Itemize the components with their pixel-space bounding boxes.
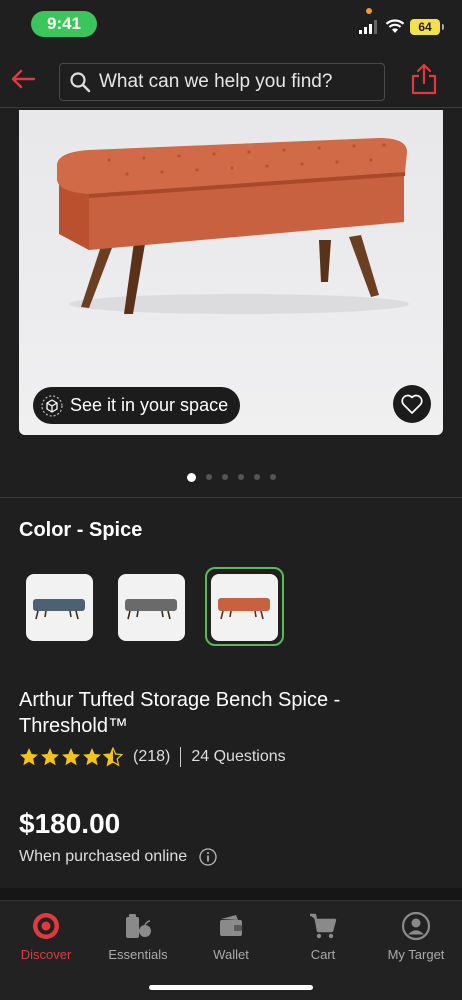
price-note-text: When purchased online <box>19 848 188 865</box>
star-full-icon <box>20 748 38 766</box>
privacy-indicator-dot <box>366 8 372 14</box>
blue-bench-thumbnail <box>33 599 85 620</box>
rating-row[interactable]: (218) 24 Questions <box>19 745 286 769</box>
wallet-icon <box>220 915 242 936</box>
price-note: When purchased online <box>19 848 217 866</box>
star-full-icon <box>62 748 80 766</box>
color-swatch-blue[interactable] <box>26 574 93 641</box>
tab-my-target[interactable]: My Target <box>370 911 462 971</box>
home-indicator <box>149 985 313 990</box>
info-icon[interactable] <box>199 848 217 866</box>
tab-essentials[interactable]: Essentials <box>92 911 184 971</box>
carousel-dot[interactable] <box>221 474 228 480</box>
color-title: Color - Spice <box>19 519 143 541</box>
rating-count[interactable]: (218) <box>133 748 170 766</box>
tab-label: Essentials <box>108 947 168 962</box>
cart-icon <box>310 913 337 939</box>
product-title: Arthur Tufted Storage Bench Spice - Thre… <box>19 689 341 737</box>
favorite-button[interactable] <box>393 385 431 423</box>
section-divider <box>0 497 462 498</box>
carousel-dot[interactable] <box>269 474 276 480</box>
star-half-icon <box>103 747 123 767</box>
star-full-icon <box>83 748 101 766</box>
carousel-dot[interactable] <box>205 474 212 480</box>
heart-icon <box>401 394 423 414</box>
tab-label: Cart <box>310 947 336 962</box>
product-price: $180.00 <box>19 808 121 839</box>
tab-label: Discover <box>20 947 72 962</box>
search-icon <box>70 72 91 93</box>
search-header: What can we help you find? <box>0 50 462 108</box>
wifi-icon <box>385 19 405 33</box>
battery-indicator: 64 <box>410 19 444 35</box>
tab-wallet[interactable]: Wallet <box>185 911 277 971</box>
search-input[interactable]: What can we help you find? <box>59 63 385 101</box>
cellular-signal-icon <box>359 20 377 34</box>
image-carousel-dots[interactable] <box>0 472 462 482</box>
carousel-dot[interactable] <box>237 474 244 480</box>
product-image-gallery[interactable]: See it in your space <box>19 110 443 435</box>
tab-cart[interactable]: Cart <box>277 911 369 971</box>
star-rating <box>19 747 123 767</box>
product-image <box>57 138 409 314</box>
spice-bench-thumbnail <box>218 598 270 620</box>
status-bar: 9:41 64 <box>0 0 462 50</box>
target-logo-icon <box>33 913 59 939</box>
carousel-dot[interactable] <box>186 472 196 482</box>
gray-bench-thumbnail <box>125 599 177 620</box>
rating-separator <box>180 747 182 767</box>
color-swatch-gray[interactable] <box>118 574 185 641</box>
search-placeholder: What can we help you find? <box>99 71 333 92</box>
tab-label: My Target <box>387 947 445 962</box>
questions-link[interactable]: 24 Questions <box>191 748 285 766</box>
color-swatch-spice[interactable] <box>211 574 278 641</box>
tab-label: Wallet <box>213 947 249 962</box>
ar-cube-icon <box>41 394 63 417</box>
back-arrow-icon[interactable] <box>8 64 38 94</box>
profile-icon <box>401 911 431 941</box>
star-full-icon <box>41 748 59 766</box>
tab-discover[interactable]: Discover <box>0 911 92 971</box>
content-bottom-strip <box>0 888 462 900</box>
share-icon[interactable] <box>410 62 438 96</box>
see-in-your-space-button[interactable]: See it in your space <box>33 387 241 424</box>
carousel-dot[interactable] <box>253 474 260 480</box>
see-in-your-space-label: See it in your space <box>70 395 229 415</box>
status-time: 9:41 <box>31 11 97 37</box>
essentials-icon <box>126 914 151 938</box>
